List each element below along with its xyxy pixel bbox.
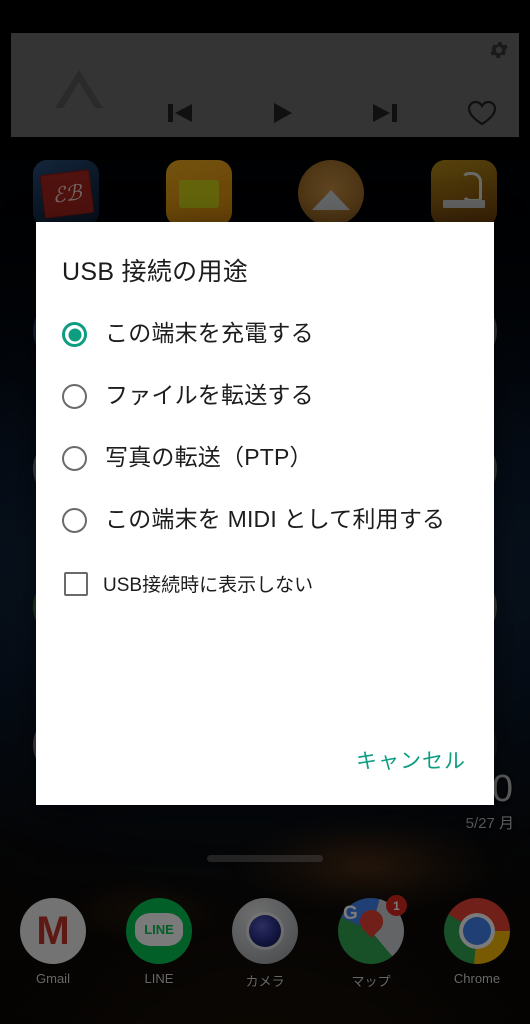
usb-mode-option[interactable]: ファイルを転送する bbox=[62, 364, 468, 426]
dialog-title: USB 接続の用途 bbox=[62, 258, 249, 286]
usb-mode-option[interactable]: 写真の転送（PTP） bbox=[62, 426, 468, 488]
radio-selected-icon[interactable] bbox=[62, 322, 87, 347]
dialog-actions: キャンセル bbox=[62, 737, 468, 805]
usb-mode-option[interactable]: この端末を MIDI として利用する bbox=[62, 488, 468, 550]
usb-mode-option-label: ファイルを転送する bbox=[105, 382, 314, 408]
phone-screen: p Panンス Suicア 電話メッセージ0037 8:00 5/27 月 Gm… bbox=[0, 0, 530, 1024]
usb-mode-option-label: この端末を充電する bbox=[105, 320, 314, 346]
radio-unselected-icon[interactable] bbox=[62, 446, 87, 471]
usb-mode-option[interactable]: この端末を充電する bbox=[62, 302, 468, 364]
usb-connection-dialog: USB 接続の用途 この端末を充電する ファイルを転送する 写真の転送（PTP） この… bbox=[36, 222, 494, 805]
usb-mode-option-label: この端末を MIDI として利用する bbox=[105, 506, 446, 532]
usb-mode-radio-group: この端末を充電する ファイルを転送する 写真の転送（PTP） この端末を MIDI と… bbox=[62, 302, 468, 550]
radio-unselected-icon[interactable] bbox=[62, 384, 87, 409]
cancel-button[interactable]: キャンセル bbox=[354, 737, 468, 783]
usb-mode-option-label: 写真の転送（PTP） bbox=[105, 444, 313, 470]
hide-on-usb-checkbox[interactable] bbox=[64, 571, 88, 596]
hide-on-usb-checkbox-label: USB接続時に表示しない bbox=[103, 575, 314, 596]
hide-on-usb-checkbox-row[interactable]: USB接続時に表示しない bbox=[62, 564, 468, 603]
radio-unselected-icon[interactable] bbox=[62, 508, 87, 533]
